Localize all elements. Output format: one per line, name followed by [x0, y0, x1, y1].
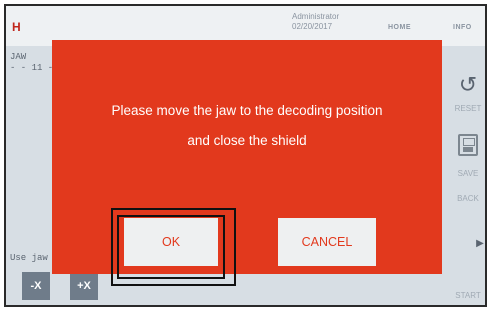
dialog-message: Please move the jaw to the decoding posi… [52, 96, 442, 156]
start-label[interactable]: START [448, 291, 485, 300]
back-label[interactable]: BACK [448, 194, 485, 203]
dialog-message-line1: Please move the jaw to the decoding posi… [111, 103, 383, 118]
jaw-label: JAW [10, 52, 27, 62]
left-panel-title: JAW - - 11 - [10, 52, 53, 74]
nav-home[interactable]: HOME [388, 24, 411, 31]
dialog-message-line2: and close the shield [187, 133, 307, 148]
brand-logo: H [12, 20, 21, 34]
save-icon[interactable] [448, 134, 485, 158]
jog-plus-x-button[interactable]: +X [70, 272, 98, 300]
jaw-subtitle: - - 11 - [10, 63, 54, 73]
cancel-button[interactable]: CANCEL [278, 218, 376, 266]
nav-info[interactable]: INFO [453, 24, 472, 31]
jog-minus-x-button[interactable]: -X [22, 272, 50, 300]
chevron-right-icon[interactable]: ▶ [473, 238, 485, 249]
user-name: Administrator [292, 12, 340, 21]
refresh-icon[interactable]: ↺ [448, 72, 485, 98]
current-date: 02/20/2017 [292, 22, 333, 31]
highlight-box-inner [117, 215, 225, 279]
user-info: Administrator 02/20/2017 [292, 12, 339, 32]
reset-label[interactable]: RESET [448, 104, 485, 113]
save-label[interactable]: SAVE [448, 169, 485, 178]
left-panel-hint: Use jaw [10, 253, 48, 263]
